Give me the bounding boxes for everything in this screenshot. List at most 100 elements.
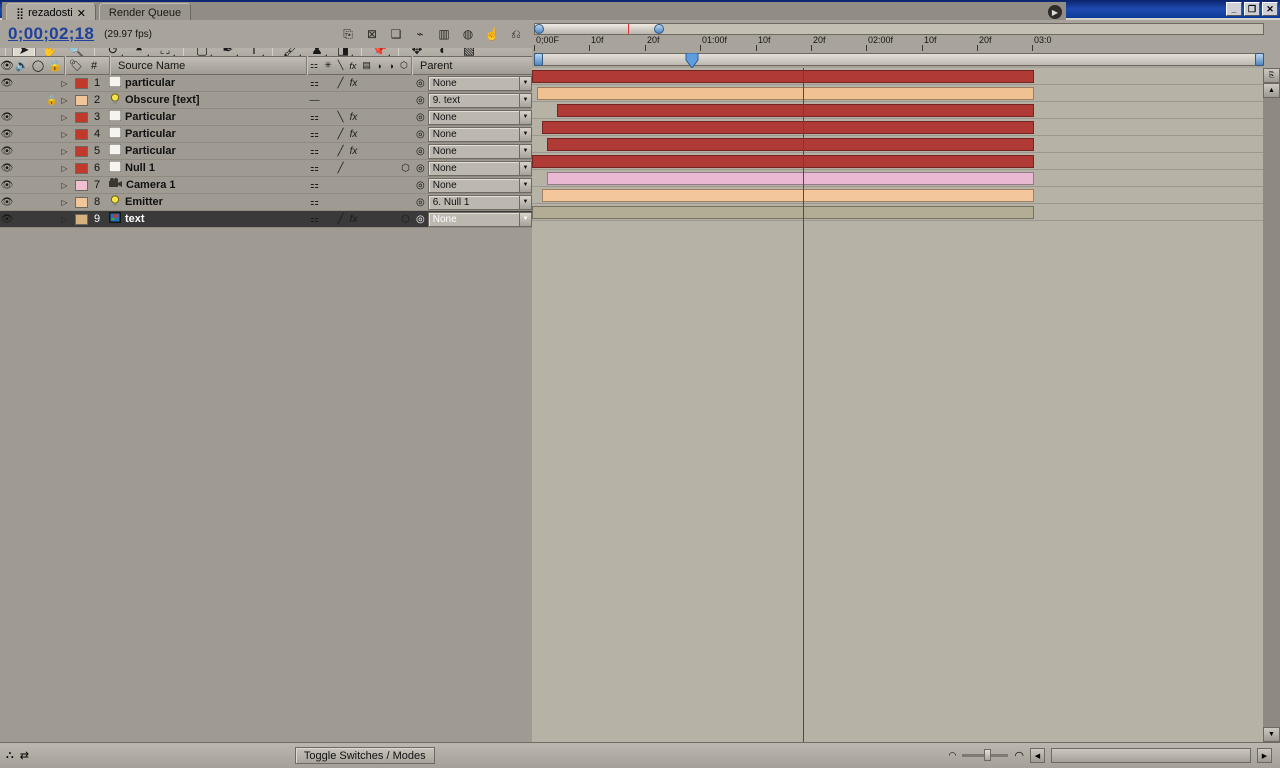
track-row[interactable]: [532, 102, 1263, 119]
layer-label-swatch[interactable]: [71, 75, 91, 92]
work-area-end-handle[interactable]: [654, 24, 664, 34]
layer-video-toggle[interactable]: 👁: [0, 129, 14, 140]
column-source-name[interactable]: Source Name: [110, 57, 306, 74]
timeline-vscrollbar[interactable]: ⎘ ▲ ▼: [1263, 68, 1280, 742]
motion-sketch-icon[interactable]: ⇄: [20, 749, 29, 762]
timeline-hscroll-track[interactable]: [1051, 748, 1251, 763]
zoom-out-icon[interactable]: ◠: [949, 750, 957, 761]
chevron-down-icon[interactable]: ▼: [519, 161, 531, 175]
layer-row[interactable]: 👁 ▷ 3 Particular ⚏ ╲ fx ◎ None ▼: [0, 109, 532, 126]
close-button[interactable]: ✕: [1262, 2, 1278, 16]
layer-video-toggle[interactable]: 👁: [0, 146, 14, 157]
chevron-down-icon[interactable]: ▼: [519, 76, 531, 90]
effects-icon[interactable]: fx: [347, 146, 360, 157]
layer-label-swatch[interactable]: [71, 177, 91, 194]
scroll-left-icon[interactable]: ◀: [1030, 748, 1045, 763]
track-row[interactable]: [532, 170, 1263, 187]
layer-disclosure-triangle-icon[interactable]: ▷: [58, 160, 71, 177]
track-row[interactable]: [532, 136, 1263, 153]
parent-combo[interactable]: None ▼: [427, 177, 532, 193]
effects-icon[interactable]: fx: [347, 78, 360, 89]
column-index[interactable]: #: [87, 57, 109, 74]
layer-disclosure-triangle-icon[interactable]: ▷: [58, 143, 71, 160]
quality-icon[interactable]: ╱: [334, 214, 347, 225]
parent-combo[interactable]: None ▼: [427, 143, 532, 159]
enable-frame-blending-icon[interactable]: ⌁: [412, 26, 428, 42]
scroll-down-icon[interactable]: ▼: [1263, 727, 1280, 742]
layer-duration-bar[interactable]: [532, 155, 1034, 168]
timeline-hscroll-thumb[interactable]: [1052, 749, 1250, 762]
parent-combo[interactable]: 6. Null 1 ▼: [427, 194, 532, 210]
track-row[interactable]: [532, 119, 1263, 136]
layer-switches[interactable]: ⚏ ╱ fx: [308, 78, 412, 89]
navigator-end-handle[interactable]: [1255, 53, 1264, 66]
layer-disclosure-triangle-icon[interactable]: ▷: [58, 177, 71, 194]
timeline-navigator[interactable]: [534, 53, 1264, 66]
layer-row[interactable]: 👁 ▷ 5 Particular ⚏ ╱ fx ◎ None ▼: [0, 143, 532, 160]
3d-layer-icon[interactable]: ⬡: [399, 214, 412, 225]
layer-switches[interactable]: ⚏ ╲ fx: [308, 112, 412, 123]
parent-combo[interactable]: None ▼: [427, 160, 532, 176]
layer-parent[interactable]: ◎ None ▼: [412, 109, 532, 125]
minimize-button[interactable]: _: [1226, 2, 1242, 16]
layer-lock-toggle[interactable]: 🔒: [46, 95, 58, 106]
layer-video-toggle[interactable]: 👁: [0, 163, 14, 174]
layer-parent[interactable]: ◎ None ▼: [412, 75, 532, 91]
work-area-span[interactable]: [535, 24, 660, 34]
restore-button[interactable]: ❐: [1244, 2, 1260, 16]
layer-switches[interactable]: ⚏ ╱ fx ⬡: [308, 214, 412, 225]
comp-flowchart-icon[interactable]: ⛬: [6, 749, 14, 762]
layer-label-swatch[interactable]: [71, 211, 91, 228]
track-row[interactable]: [532, 204, 1263, 221]
timeline-flyout-icon[interactable]: ⎘: [1263, 68, 1280, 83]
timeline-tracks[interactable]: [532, 68, 1263, 742]
hide-shy-layers-icon[interactable]: ❏: [388, 26, 404, 42]
timeline-current-time[interactable]: 0;00;02;18: [0, 24, 94, 44]
layer-name[interactable]: Camera 1: [109, 178, 308, 192]
layer-name[interactable]: Emitter: [109, 195, 308, 209]
close-icon[interactable]: ✕: [77, 7, 86, 20]
layer-name[interactable]: Particular: [108, 109, 308, 124]
shy-icon[interactable]: ⚏: [308, 146, 321, 157]
parent-pickwhip-icon[interactable]: ◎: [416, 214, 425, 225]
toggle-switches-modes-button[interactable]: Toggle Switches / Modes: [294, 747, 435, 764]
layer-label-swatch[interactable]: [71, 194, 91, 211]
layer-name[interactable]: Particular: [108, 143, 308, 158]
parent-pickwhip-icon[interactable]: ◎: [416, 180, 425, 191]
layer-duration-bar[interactable]: [547, 138, 1034, 151]
layer-disclosure-triangle-icon[interactable]: ▷: [58, 211, 71, 228]
scroll-right-icon[interactable]: ▶: [1257, 748, 1272, 763]
layer-row[interactable]: 👁 ▷ 8 Emitter ⚏ ◎ 6. Null 1 ▼: [0, 194, 532, 211]
layer-name[interactable]: text: [109, 212, 308, 226]
zoom-slider-thumb[interactable]: [984, 749, 992, 761]
shy-icon[interactable]: ⚏: [308, 214, 321, 225]
parent-pickwhip-icon[interactable]: ◎: [416, 112, 425, 123]
effects-icon[interactable]: fx: [347, 214, 360, 225]
quality-icon[interactable]: ╱: [334, 146, 347, 157]
layer-disclosure-triangle-icon[interactable]: ▷: [58, 75, 71, 92]
time-indicator[interactable]: [685, 52, 699, 69]
layer-video-toggle[interactable]: 👁: [0, 112, 14, 123]
auto-keyframe-icon[interactable]: ☝: [484, 26, 500, 42]
layer-row[interactable]: 👁 ▷ 9 text ⚏ ╱ fx ⬡ ◎ None ▼: [0, 211, 532, 228]
layer-duration-bar[interactable]: [532, 206, 1034, 219]
navigator-start-handle[interactable]: [534, 53, 543, 66]
layer-disclosure-triangle-icon[interactable]: ▷: [58, 109, 71, 126]
layer-switches[interactable]: ⚏ ╱ ⬡: [308, 163, 412, 174]
layer-duration-bar[interactable]: [542, 189, 1034, 202]
layer-label-swatch[interactable]: [71, 109, 91, 126]
time-ruler[interactable]: 0;00F 10f 20f 01:00f 10f 20f 02:00f 10f 20f 03:0: [534, 35, 1264, 52]
quality-icon[interactable]: ╱: [334, 129, 347, 140]
layer-name[interactable]: Obscure [text]: [109, 93, 308, 107]
parent-combo[interactable]: None ▼: [427, 211, 532, 227]
shy-icon[interactable]: ⚏: [308, 112, 321, 123]
chevron-down-icon[interactable]: ▼: [519, 144, 531, 158]
parent-pickwhip-icon[interactable]: ◎: [416, 129, 425, 140]
layer-disclosure-triangle-icon[interactable]: ▷: [58, 194, 71, 211]
track-row[interactable]: [532, 187, 1263, 204]
layer-label-swatch[interactable]: [71, 143, 91, 160]
track-row[interactable]: [532, 85, 1263, 102]
chevron-down-icon[interactable]: ▼: [519, 127, 531, 141]
layer-parent[interactable]: ◎ 6. Null 1 ▼: [412, 194, 532, 210]
chevron-down-icon[interactable]: ▼: [519, 212, 531, 226]
